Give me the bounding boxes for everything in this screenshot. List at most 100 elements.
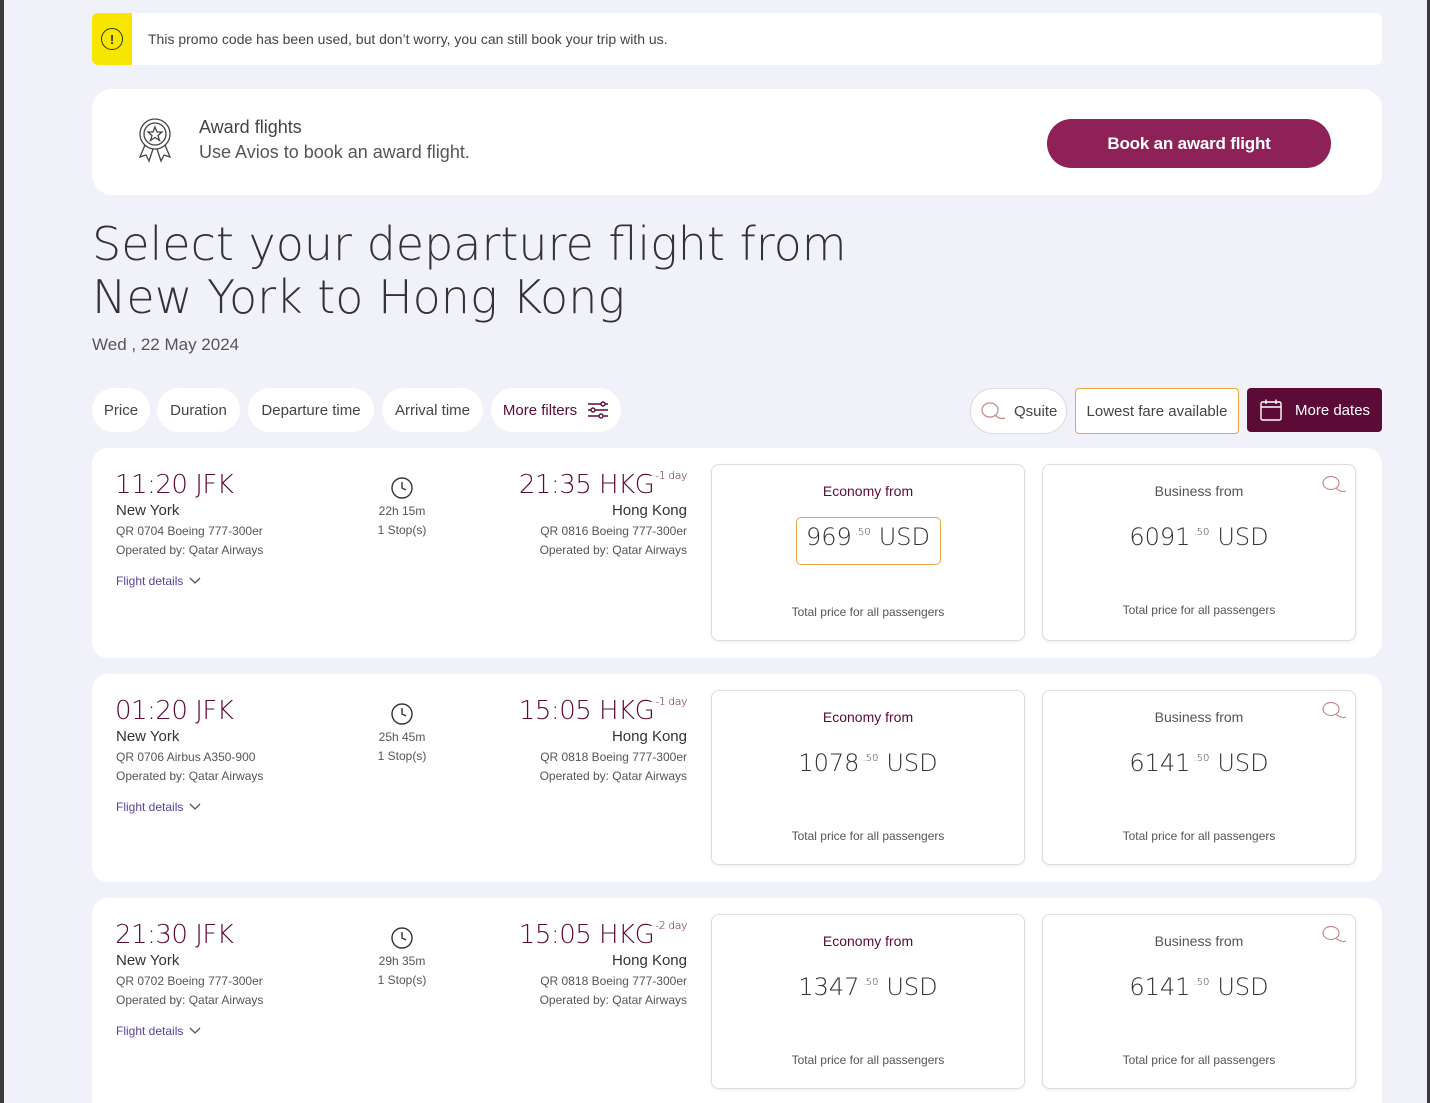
business-fare-card[interactable]: Business from 6091.50 USD Total price for… [1042,464,1356,641]
price-amount: 969 [806,523,852,551]
departure-info: QR 0702 Boeing 777-300er Operated by: Qa… [116,972,263,1010]
award-ribbon-icon [138,118,172,163]
arrival-time: 21:35 HKG-1 day [518,469,688,500]
arrival-time-text: 15:05 HKG [518,920,655,950]
arrival-info: QR 0816 Boeing 777-300er Operated by: Qa… [540,522,687,560]
departure-flight-number: QR 0704 Boeing 777-300er [116,524,263,538]
price-cents: .50 [862,977,879,988]
filter-sliders-icon [588,401,609,419]
arrival-time: 15:05 HKG-2 day [518,919,688,950]
price-cents: .50 [1193,527,1210,538]
qsuite-filter-button[interactable]: Qsuite [970,388,1067,434]
departure-info: QR 0706 Airbus A350-900 Operated by: Qat… [116,748,263,786]
duration-text: 22h 15m [378,504,426,518]
price-amount: 1078 [798,749,860,777]
economy-price: 1078.50 USD [712,749,1024,777]
flight-row[interactable]: 21:30 JFK New York QR 0702 Boeing 777-30… [92,898,1382,1103]
business-label: Business from [1154,933,1244,949]
arrival-city: Hong Kong [611,728,687,745]
flight-details-link[interactable]: Flight details [116,1024,201,1038]
stops-text: 1 Stop(s) [377,749,427,763]
departure-city: New York [116,728,180,745]
business-price: 6141.50 USD [1043,749,1355,777]
duration-text: 25h 45m [378,730,426,744]
flight-row[interactable]: 11:20 JFK New York QR 0704 Boeing 777-30… [92,448,1382,658]
arrival-city: Hong Kong [611,502,687,519]
travel-date: Wed , 22 May 2024 [92,335,240,354]
arrival-time: 15:05 HKG-1 day [519,695,688,726]
fare-note: Total price for all passengers [1122,603,1276,617]
arrival-flight-number: QR 0816 Boeing 777-300er [540,524,687,538]
fare-note: Total price for all passengers [791,829,945,843]
clock-icon [391,477,413,499]
price-currency: USD [886,973,938,1001]
price-currency: USD [1217,973,1269,1001]
chevron-down-icon [189,577,201,584]
flight-row[interactable]: 01:20 JFK New York QR 0706 Airbus A350-9… [92,674,1382,882]
economy-fare-card[interactable]: Economy from 969.50 USD Total price for a… [711,464,1025,641]
award-flights-card: Award flights Use Avios to book an award… [92,89,1382,195]
arrival-time-text: 21:35 HKG [518,470,655,500]
departure-operator: Operated by: Qatar Airways [116,993,264,1007]
award-subtitle: Use Avios to book an award flight. [199,142,470,162]
more-dates-button[interactable]: More dates [1247,388,1382,432]
economy-fare-card[interactable]: Economy from 1347.50 USD Total price for … [711,914,1025,1089]
business-price: 6141.50 USD [1043,973,1355,1001]
economy-fare-card[interactable]: Economy from 1078.50 USD Total price for … [711,690,1025,865]
departure-flight-number: QR 0706 Airbus A350-900 [116,750,256,764]
departure-time: 11:20 JFK [115,470,234,500]
price-amount: 6141 [1129,749,1191,777]
arrival-city: Hong Kong [611,952,687,969]
award-title: Award flights [199,117,302,137]
day-offset: -1 day [655,469,687,483]
business-fare-card[interactable]: Business from 6141.50 USD Total price for… [1042,914,1356,1089]
flight-duration: 25h 45m 1 Stop(s) [362,702,442,766]
window-edge-left [0,0,4,1103]
duration-text: 29h 35m [378,954,426,968]
departure-time: 01:20 JFK [115,696,234,726]
page-title-line-2: New York to Hong Kong [92,270,625,324]
exclamation-icon: ! [101,28,123,50]
stops-text: 1 Stop(s) [377,523,427,537]
flight-details-link[interactable]: Flight details [116,574,201,588]
price-cents: .50 [854,527,871,538]
clock-icon [391,703,413,725]
filter-price-button[interactable]: Price [92,388,150,432]
more-filters-button[interactable]: More filters [491,388,621,432]
lowest-fare-available-button[interactable]: Lowest fare available [1075,388,1239,434]
flight-duration: 22h 15m 1 Stop(s) [362,476,442,540]
economy-label: Economy from [822,933,914,949]
promo-message: This promo code has been used, but don’t… [148,31,668,47]
departure-time: 21:30 JFK [115,920,234,950]
arrival-operator: Operated by: Qatar Airways [539,543,687,557]
more-filters-label: More filters [502,401,578,419]
clock-icon [391,927,413,949]
fare-note: Total price for all passengers [791,1053,945,1067]
business-price: 6091.50 USD [1043,523,1355,551]
economy-price: 969.50 USD [712,523,1024,551]
flight-details-link[interactable]: Flight details [116,800,201,814]
arrival-operator: Operated by: Qatar Airways [539,993,687,1007]
departure-flight-number: QR 0702 Boeing 777-300er [116,974,263,988]
price-currency: USD [1217,523,1269,551]
page-title-line-1: Select your departure flight from [92,217,847,271]
price-currency: USD [878,523,930,551]
fare-note: Total price for all passengers [1122,1053,1276,1067]
price-amount: 1347 [798,973,860,1001]
day-offset: -1 day [655,695,687,709]
arrival-operator: Operated by: Qatar Airways [539,769,687,783]
promo-banner: ! This promo code has been used, but don… [92,13,1382,65]
business-fare-card[interactable]: Business from 6141.50 USD Total price for… [1042,690,1356,865]
arrival-info: QR 0818 Boeing 777-300er Operated by: Qa… [540,748,687,786]
flight-details-label: Flight details [116,574,184,588]
book-award-flight-button[interactable]: Book an award flight [1047,119,1331,168]
economy-label: Economy from [822,709,914,725]
price-cents: .50 [1193,753,1210,764]
day-offset: -2 day [655,919,687,933]
filter-arrival-time-button[interactable]: Arrival time [382,388,483,432]
filter-duration-button[interactable]: Duration [157,388,240,432]
chevron-down-icon [189,803,201,810]
filter-departure-time-button[interactable]: Departure time [248,388,374,432]
promo-icon-area: ! [92,13,132,65]
qsuite-label: Qsuite [1014,402,1058,420]
